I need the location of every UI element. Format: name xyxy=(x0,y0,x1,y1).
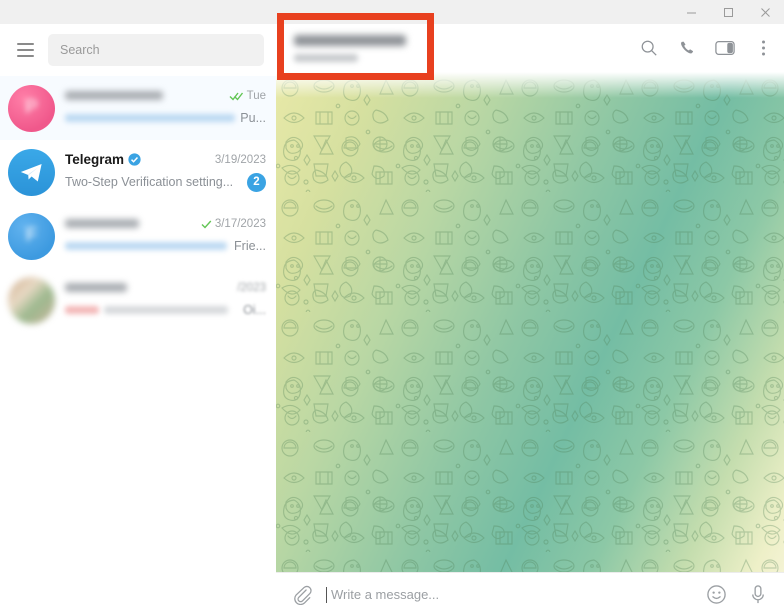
single-check-icon xyxy=(201,220,212,229)
chat-date: 3/19/2023 xyxy=(214,153,266,166)
maximize-icon xyxy=(724,7,733,17)
close-button[interactable] xyxy=(747,0,784,24)
search-placeholder: Search xyxy=(60,43,100,57)
chat-preview-blurred xyxy=(65,114,235,122)
chat-header-actions xyxy=(638,37,774,59)
double-check-icon xyxy=(229,92,243,101)
toggle-info-panel-icon[interactable] xyxy=(714,37,736,59)
verified-badge-icon xyxy=(128,153,141,166)
message-placeholder: Write a message... xyxy=(331,587,440,602)
conversation-pane: Write a message... xyxy=(276,24,784,616)
avatar-initial: F xyxy=(25,225,38,246)
conversation-wallpaper xyxy=(276,72,784,572)
chat-item-body: Tue Pu... xyxy=(65,85,266,132)
avatar xyxy=(8,276,55,324)
unread-badge: 2 xyxy=(247,172,266,192)
chat-item-body: 3/17/2023 Frie... xyxy=(65,213,266,260)
chat-preview-blurred xyxy=(65,306,99,314)
chat-list-sidebar: Search P Tue Pu... Telegram 3/19/2023 Tw… xyxy=(0,24,276,616)
doodle-pattern-icon xyxy=(276,72,784,572)
close-icon xyxy=(761,7,770,17)
chat-name: Telegram xyxy=(65,152,125,167)
sidebar-header: Search xyxy=(0,24,276,76)
search-input[interactable]: Search xyxy=(48,34,264,66)
paperclip-icon[interactable] xyxy=(290,583,314,607)
avatar-initial: P xyxy=(25,97,38,118)
composer-actions xyxy=(704,583,770,607)
unread-meta: 2 xyxy=(241,172,266,192)
chat-header xyxy=(276,24,784,72)
message-input[interactable]: Write a message... xyxy=(314,586,704,603)
chat-meta: 3/19/2023 xyxy=(209,154,266,166)
chat-item-body: Telegram 3/19/2023 Two-Step Verification… xyxy=(65,149,266,196)
minimize-button[interactable] xyxy=(673,0,710,24)
chat-preview-blurred xyxy=(104,306,228,314)
chat-date: Tue xyxy=(246,89,266,102)
chat-date: 3/17/2023 xyxy=(214,217,266,230)
maximize-button[interactable] xyxy=(710,0,747,24)
chat-meta: /2023 xyxy=(231,282,266,294)
chat-preview: Pu... xyxy=(240,111,266,125)
chat-list-item[interactable]: P Tue Pu... xyxy=(0,76,276,140)
chat-preview: Two-Step Verification setting... xyxy=(65,175,234,189)
chat-name xyxy=(65,91,163,100)
text-caret xyxy=(326,586,327,603)
chat-list-item[interactable]: /2023 Oi... xyxy=(0,268,276,332)
chat-list: P Tue Pu... Telegram 3/19/2023 Two-Step … xyxy=(0,76,276,332)
message-composer: Write a message... xyxy=(276,572,784,616)
chat-preview: Frie... xyxy=(234,239,266,253)
chat-name xyxy=(65,219,139,228)
chat-meta: 3/17/2023 xyxy=(195,218,266,230)
chat-item-body: /2023 Oi... xyxy=(65,277,266,324)
window-title-bar xyxy=(0,0,784,24)
chat-name xyxy=(65,283,127,292)
avatar xyxy=(8,148,55,196)
chat-list-item[interactable]: Telegram 3/19/2023 Two-Step Verification… xyxy=(0,140,276,204)
search-icon[interactable] xyxy=(638,37,660,59)
chat-date: /2023 xyxy=(237,281,266,294)
call-icon[interactable] xyxy=(676,37,698,59)
minimize-icon xyxy=(687,12,696,13)
emoji-smiley-icon[interactable] xyxy=(704,583,728,607)
chat-title-blurred xyxy=(294,34,406,46)
telegram-window: Search P Tue Pu... Telegram 3/19/2023 Tw… xyxy=(0,0,784,616)
chat-header-title[interactable] xyxy=(276,34,638,62)
avatar: F xyxy=(8,212,55,260)
chat-preview-blurred xyxy=(65,242,227,250)
chat-meta: Tue xyxy=(223,90,266,102)
chat-preview: Oi... xyxy=(243,303,266,317)
chat-list-item[interactable]: F 3/17/2023 Frie... xyxy=(0,204,276,268)
chat-subtitle-blurred xyxy=(294,53,358,62)
telegram-logo-icon xyxy=(20,163,42,181)
hamburger-menu-icon[interactable] xyxy=(6,31,44,69)
more-options-icon[interactable] xyxy=(752,37,774,59)
avatar: P xyxy=(8,84,55,132)
microphone-icon[interactable] xyxy=(746,583,770,607)
